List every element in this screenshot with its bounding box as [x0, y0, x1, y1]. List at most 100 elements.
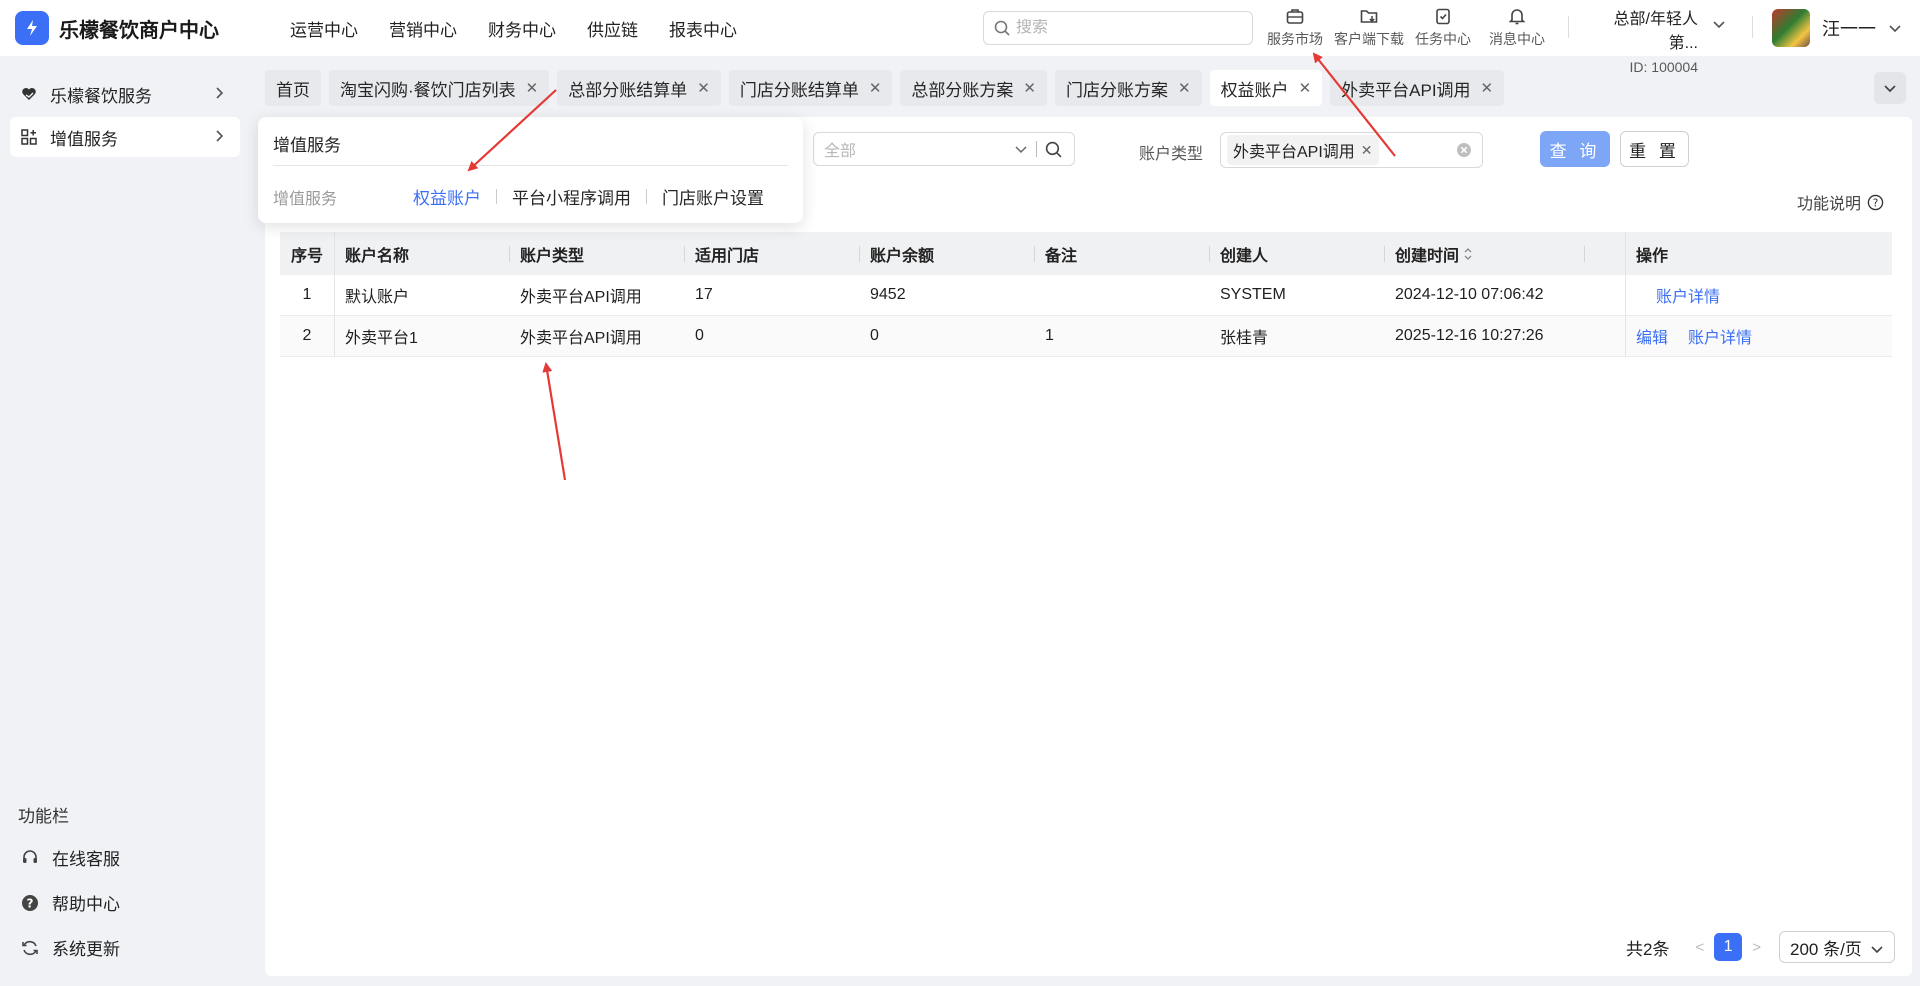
service-market-button[interactable]: 服务市场 [1258, 6, 1332, 49]
accounts-table: 序号 账户名称 账户类型 适用门店 账户余额 备注 创建人 创建时间 操作 1 … [280, 232, 1892, 357]
tab-store-settlement[interactable]: 门店分账结算单 ✕ [728, 70, 893, 106]
tab-benefit-account[interactable]: 权益账户 ✕ [1209, 70, 1323, 106]
cell-created-time: 2024-12-10 07:06:42 [1395, 286, 1544, 303]
close-icon[interactable]: ✕ [869, 79, 882, 97]
page-number-current[interactable]: 1 [1714, 933, 1743, 961]
sidebar-item-label: 增值服务 [50, 129, 118, 149]
tab-delivery-api[interactable]: 外卖平台API调用 ✕ [1330, 70, 1505, 106]
account-type-select[interactable]: 外卖平台API调用 ✕ [1220, 132, 1483, 168]
menu-divider [646, 189, 647, 204]
help-circle-icon: ? [1867, 194, 1884, 210]
sidebar-item-lemon-catering-service[interactable]: 乐檬餐饮服务 [10, 74, 240, 114]
cell-no: 1 [280, 275, 335, 315]
cell-no: 2 [280, 316, 335, 356]
pagination: 共2条 < 1 > 200 条/页 [1626, 931, 1895, 963]
topnav-finance[interactable]: 财务中心 [488, 16, 556, 41]
client-download-button[interactable]: 客户端下载 [1332, 6, 1406, 49]
sidebar-item-system-update[interactable]: 系统更新 [20, 935, 120, 960]
tab-store-split-plan[interactable]: 门店分账方案 ✕ [1054, 70, 1202, 106]
col-header-actions: 操作 [1625, 232, 1892, 275]
dropdown-divider [273, 165, 788, 166]
org-switcher[interactable]: 总部/年轻人第... ID: 100004 [1586, 5, 1726, 75]
heart-hand-icon [22, 88, 36, 100]
reset-button[interactable]: 重 置 [1620, 131, 1689, 167]
clear-icon[interactable] [1456, 142, 1472, 158]
tab-hq-split-plan[interactable]: 总部分账方案 ✕ [900, 70, 1047, 106]
close-icon[interactable]: ✕ [697, 79, 710, 97]
cell-spacer [1585, 275, 1625, 315]
cell-actions: 账户详情 [1625, 275, 1892, 315]
col-header-creator: 创建人 [1210, 232, 1385, 275]
sidebar: 乐檬餐饮服务 增值服务 功能栏 在线客服 ? 帮助中心 系统更新 [0, 56, 250, 986]
chevron-down-icon [1871, 946, 1883, 954]
col-header-remark: 备注 [1035, 232, 1210, 275]
global-search[interactable] [983, 11, 1253, 45]
tab-label: 淘宝闪购·餐饮门店列表 [340, 80, 516, 100]
tab-label: 权益账户 [1220, 80, 1289, 100]
close-icon[interactable]: ✕ [1178, 79, 1191, 97]
menu-item-mini-program-call[interactable]: 平台小程序调用 [512, 184, 631, 209]
tab-home[interactable]: 首页 [265, 70, 321, 106]
sort-icon[interactable] [1463, 246, 1473, 262]
sidebar-item-help-center[interactable]: ? 帮助中心 [20, 890, 120, 915]
col-header-spacer [1585, 232, 1625, 275]
tabs-more-button[interactable] [1874, 72, 1906, 104]
tab-label: 外卖平台API调用 [1341, 80, 1471, 100]
chevron-down-icon [1884, 85, 1896, 93]
app-logo[interactable]: 乐檬餐饮商户中心 [15, 11, 245, 45]
account-detail-link[interactable]: 账户详情 [1656, 283, 1720, 307]
sidebar-item-label: 乐檬餐饮服务 [50, 86, 152, 106]
topnav-supply-chain[interactable]: 供应链 [587, 16, 638, 41]
sidebar-item-online-support[interactable]: 在线客服 [20, 845, 120, 870]
topnav-reports[interactable]: 报表中心 [669, 16, 737, 41]
chevron-down-icon [1889, 25, 1901, 33]
topnav-operations[interactable]: 运营中心 [290, 16, 358, 41]
store-select[interactable]: 全部 [813, 132, 1075, 166]
prev-page-icon[interactable]: < [1695, 939, 1704, 956]
edit-link[interactable]: 编辑 [1636, 324, 1668, 348]
tab-hq-settlement[interactable]: 总部分账结算单 ✕ [557, 70, 721, 106]
col-header-created-time[interactable]: 创建时间 [1385, 232, 1585, 275]
value-added-services-dropdown: 增值服务 增值服务 权益账户 平台小程序调用 门店账户设置 [258, 117, 803, 223]
message-center-button[interactable]: 消息中心 [1480, 6, 1554, 49]
user-name: 汪一一 [1822, 19, 1876, 39]
page-tabs: 首页 淘宝闪购·餐饮门店列表 ✕ 总部分账结算单 ✕ 门店分账结算单 ✕ 总部分账方案… [265, 70, 1512, 106]
sidebar-item-label: 系统更新 [52, 940, 120, 959]
account-detail-link[interactable]: 账户详情 [1688, 324, 1752, 348]
query-button[interactable]: 查 询 [1540, 131, 1610, 167]
chevron-down-icon [1015, 146, 1027, 154]
close-icon[interactable]: ✕ [1361, 142, 1373, 159]
page-size-select[interactable]: 200 条/页 [1779, 931, 1895, 963]
search-icon[interactable] [1045, 141, 1062, 158]
close-icon[interactable]: ✕ [1481, 79, 1494, 97]
table-header: 序号 账户名称 账户类型 适用门店 账户余额 备注 创建人 创建时间 操作 [280, 232, 1892, 275]
topnav-marketing[interactable]: 营销中心 [389, 16, 457, 41]
search-icon [994, 20, 1010, 36]
function-help-label: 功能说明 [1797, 196, 1862, 213]
chevron-right-icon [216, 87, 224, 99]
folder-download-icon [1360, 10, 1378, 23]
cell-actions: 编辑 账户详情 [1625, 316, 1892, 356]
clipboard-icon [1436, 8, 1450, 25]
search-input[interactable] [1016, 19, 1236, 37]
col-header-type: 账户类型 [510, 232, 685, 275]
close-icon[interactable]: ✕ [1023, 79, 1036, 97]
next-page-icon[interactable]: > [1752, 939, 1761, 956]
grid-plus-icon [21, 129, 37, 145]
task-center-button[interactable]: 任务中心 [1406, 6, 1480, 49]
sidebar-item-value-added-services[interactable]: 增值服务 [10, 117, 240, 157]
menu-item-benefit-account[interactable]: 权益账户 [413, 184, 481, 209]
menu-item-store-account-settings[interactable]: 门店账户设置 [662, 184, 764, 209]
function-help-link[interactable]: 功能说明 ? [1797, 190, 1884, 214]
user-menu[interactable]: 汪一一 [1772, 9, 1902, 47]
col-header-no: 序号 [280, 232, 335, 275]
avatar [1772, 9, 1810, 47]
store-select-placeholder: 全部 [824, 143, 857, 160]
tab-label: 总部分账方案 [911, 80, 1014, 100]
cell-creator: 张桂青 [1220, 330, 1269, 347]
client-download-label: 客户端下载 [1334, 31, 1404, 47]
close-icon[interactable]: ✕ [1299, 79, 1312, 97]
close-icon[interactable]: ✕ [526, 79, 539, 97]
top-nav: 运营中心 营销中心 财务中心 供应链 报表中心 [290, 16, 768, 41]
tab-taobao-store-list[interactable]: 淘宝闪购·餐饮门店列表 ✕ [329, 70, 550, 106]
